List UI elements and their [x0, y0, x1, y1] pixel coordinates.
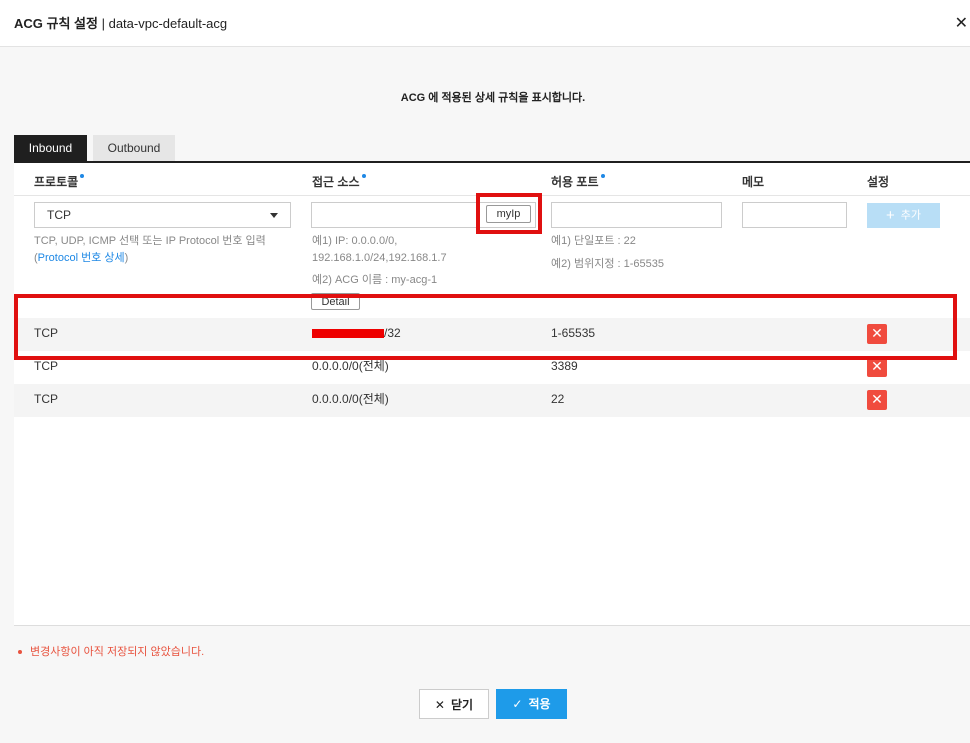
bullet-icon [18, 650, 22, 655]
port-hint-line2: 예2) 범위지정 : 1-65535 [551, 258, 664, 270]
port-hint-line1: 예1) 단일포트 : 22 [551, 235, 636, 247]
col-header-settings: 설정 [867, 175, 890, 189]
acg-name: data-vpc-default-acg [108, 16, 228, 31]
tab-inbound[interactable]: Inbound [14, 135, 87, 162]
unsaved-warning-text: 변경사항이 아직 저장되지 않았습니다. [30, 646, 205, 658]
rule-port: 22 [551, 392, 565, 406]
plus-icon: + [885, 207, 895, 224]
rule-protocol: TCP [34, 392, 58, 406]
col-header-source: 접근 소스 [312, 173, 366, 190]
protocol-hint-line: TCP, UDP, ICMP 선택 또는 IP Protocol 번호 입력 [34, 235, 266, 247]
modal-title-main: ACG 규칙 설정 [14, 16, 98, 31]
close-icon: ✕ [871, 358, 883, 374]
col-header-source-label: 접근 소스 [312, 175, 360, 189]
close-icon[interactable]: ✕ [955, 13, 968, 33]
port-input[interactable] [551, 202, 722, 228]
protocol-number-detail-link[interactable]: Protocol 번호 상세 [38, 252, 125, 264]
col-header-protocol-label: 프로토콜 [34, 175, 79, 189]
apply-button[interactable]: ✓ 적용 [496, 689, 567, 719]
protocol-select[interactable]: TCP [34, 202, 291, 228]
myip-highlight-box [476, 193, 542, 234]
table-row: TCP 0.0.0.0/0(전체) 22 ✕ [14, 384, 970, 417]
source-hint: 예1) IP: 0.0.0.0/0, 192.168.1.0/24,192.16… [312, 233, 542, 289]
col-header-port-label: 허용 포트 [551, 175, 599, 189]
source-hint-line2: 192.168.1.0/24,192.168.1.7 [312, 252, 447, 264]
chevron-down-icon [270, 213, 278, 218]
source-hint-line3: 예2) ACG 이름 : my-acg-1 [312, 274, 438, 286]
memo-input[interactable] [742, 202, 847, 228]
source-hint-line1: 예1) IP: 0.0.0.0/0, [312, 235, 398, 247]
unsaved-warning: 변경사항이 아직 저장되지 않았습니다. [18, 643, 204, 659]
col-header-memo: 메모 [742, 175, 765, 189]
protocol-select-value: TCP [47, 208, 71, 222]
tab-outbound[interactable]: Outbound [93, 135, 175, 162]
delete-rule-button[interactable]: ✕ [867, 390, 887, 410]
page-description: ACG 에 적용된 상세 규칙을 표시합니다. [400, 92, 586, 104]
port-hint: 예1) 단일포트 : 22 예2) 범위지정 : 1-65535 [551, 233, 731, 273]
col-header-protocol: 프로토콜 [34, 173, 85, 190]
col-header-port: 허용 포트 [551, 173, 605, 190]
close-button-label: 닫기 [450, 698, 474, 712]
apply-button-label: 적용 [528, 697, 551, 711]
check-icon: ✓ [512, 697, 523, 711]
paren-close: ) [124, 252, 129, 264]
close-icon: ✕ [871, 391, 883, 407]
close-icon: ✕ [434, 698, 445, 712]
required-dot-icon [600, 174, 605, 178]
rule-source: 0.0.0.0/0(전체) [312, 392, 389, 406]
delete-rule-button[interactable]: ✕ [867, 357, 887, 377]
add-rule-label: 추가 [900, 209, 921, 222]
rule-highlight-box [14, 294, 957, 360]
modal-header: ACG 규칙 설정 | data-vpc-default-acg ✕ [0, 0, 970, 47]
required-dot-icon [80, 174, 85, 178]
protocol-hint: TCP, UDP, ICMP 선택 또는 IP Protocol 번호 입력 (… [34, 233, 304, 267]
required-dot-icon [361, 174, 366, 178]
modal-title: ACG 규칙 설정 | data-vpc-default-acg [14, 13, 227, 32]
title-separator: | [101, 16, 105, 31]
protocol-hint-link-line: (Protocol 번호 상세) [34, 250, 304, 267]
add-rule-button[interactable]: + 추가 [867, 203, 940, 228]
close-button[interactable]: ✕ 닫기 [419, 689, 489, 719]
